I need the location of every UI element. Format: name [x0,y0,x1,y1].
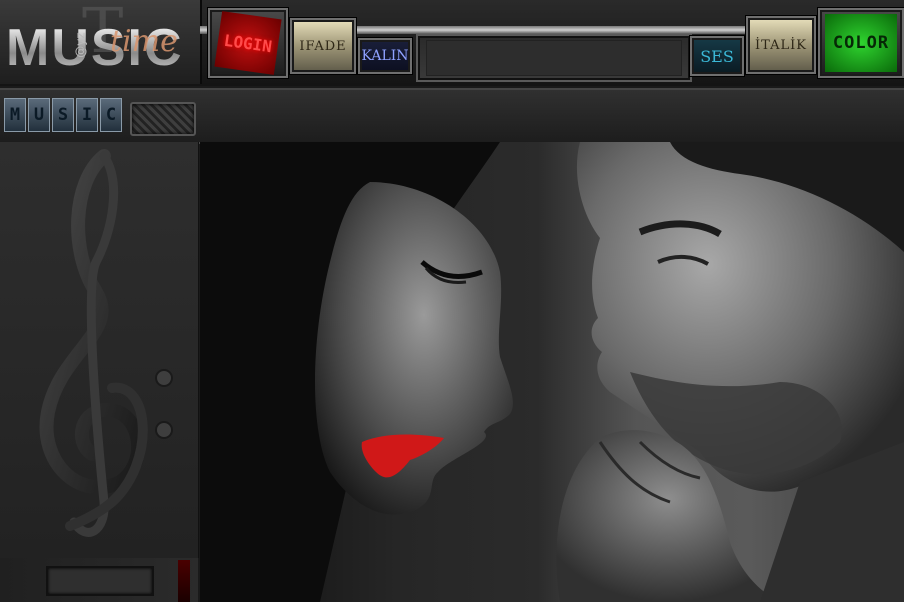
music-tab-letter: I [76,98,98,132]
bold-button-label: KALIN [361,48,409,64]
status-slot [46,566,154,596]
ifade-button[interactable]: IFADE [290,18,356,74]
player-toggle-button[interactable] [130,102,196,136]
logo-small-text: @yz [73,32,88,58]
music-tab-letter: S [52,98,74,132]
italic-button[interactable]: İTALİK [746,16,816,74]
message-input-frame [416,34,692,82]
sub-toolbar: M U S I C [0,88,904,144]
couple-photo-illustration [200,142,904,602]
top-toolbar: T MUSIC @yz time LOGIN IFADE KALIN SES İ… [0,0,904,86]
red-accent-strip [178,560,190,602]
logo-script: time [110,24,178,59]
treble-bass-clef-icon [39,149,173,537]
color-button-label: COLOR [825,14,897,72]
clef-panel [0,142,199,558]
login-button-label: LOGIN [214,11,282,75]
sound-button-label: SES [700,46,734,66]
music-tab-strip[interactable]: M U S I C [4,98,122,132]
bold-button[interactable]: KALIN [358,38,412,74]
login-button[interactable]: LOGIN [208,8,288,78]
music-tab-letter: C [100,98,122,132]
ifade-button-label: IFADE [299,38,347,54]
color-button[interactable]: COLOR [818,8,904,78]
left-panel [0,142,199,602]
sound-button[interactable]: SES [690,36,744,76]
music-tab-letter: U [28,98,50,132]
italic-button-label: İTALİK [755,37,807,53]
message-input[interactable] [426,40,682,76]
music-time-logo: T MUSIC @yz time [0,0,202,84]
couple-photo [200,142,904,602]
music-tab-letter: M [4,98,26,132]
